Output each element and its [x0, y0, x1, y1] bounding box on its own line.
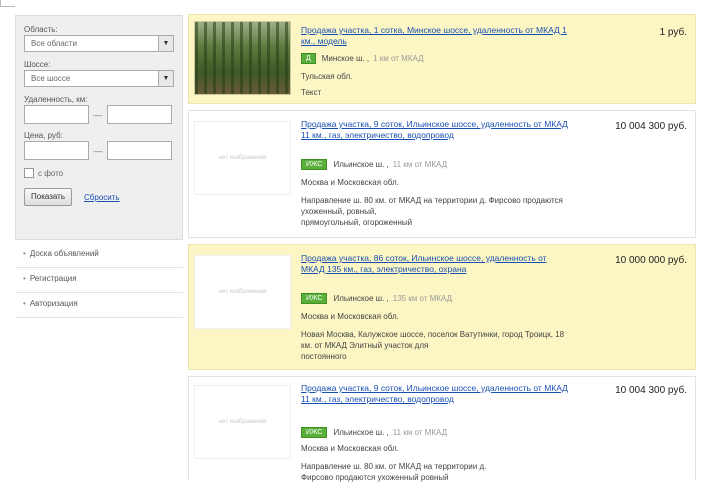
distance-to-input[interactable]	[107, 105, 172, 124]
listing-distance: 135 км от МКАД	[392, 294, 453, 303]
chevron-down-icon[interactable]: ▼	[158, 71, 173, 86]
region-select-value: Все области	[31, 39, 77, 48]
price-from-input[interactable]	[24, 141, 89, 160]
listing-distance: 11 км от МКАД	[392, 160, 448, 169]
listing-meta: ИЖС Ильинское ш. , 135 км от МКАД	[301, 293, 452, 304]
listing-highway: Ильинское ш. ,	[333, 428, 389, 437]
nav-item-register[interactable]: • Регистрация	[15, 268, 183, 293]
listing-description: Текст	[301, 88, 322, 97]
side-nav: • Доска объявлений • Регистрация • Авториза…	[15, 243, 183, 318]
listing-price: 1 руб.	[659, 27, 687, 38]
listing-highway: Ильинское ш. ,	[333, 294, 389, 303]
range-separator: —	[93, 145, 103, 156]
listing-title-link[interactable]: Продажа участка, 9 соток, Ильинское шосс…	[301, 119, 569, 141]
photo-checkbox[interactable]	[24, 168, 34, 178]
listing-meta: ИЖС Ильинское ш. , 11 км от МКАД	[301, 159, 447, 170]
land-type-badge: ИЖС	[301, 159, 328, 170]
listing-description: Направление ш. 80 км. от МКАД на террито…	[301, 196, 563, 216]
nav-item-label: Доска объявлений	[29, 249, 99, 258]
price-label: Цена, руб:	[24, 131, 63, 140]
listing-highway: Ильинское ш. ,	[333, 160, 389, 169]
listing-region: Москва и Московская обл.	[301, 312, 399, 321]
land-type-badge: Д	[301, 53, 316, 64]
listing-no-image[interactable]: нет изображения	[194, 385, 291, 459]
distance-range: —	[24, 105, 174, 124]
listing-photo[interactable]	[194, 21, 291, 95]
price-range: —	[24, 141, 174, 160]
listing-highway: Минское ш. ,	[321, 54, 370, 63]
listing-region: Москва и Московская обл.	[301, 178, 399, 187]
range-separator: —	[93, 109, 103, 120]
no-image-text: нет изображения	[218, 155, 267, 161]
bullet-icon: •	[23, 249, 26, 258]
listing-description-cont: Фирсово продаются ухоженный ровный	[301, 473, 449, 482]
listing-distance: 1 км от МКАД	[373, 54, 424, 63]
listing-meta: ИЖС Ильинское ш. , 11 км от МКАД	[301, 427, 447, 438]
no-image-text: нет изображения	[218, 289, 267, 295]
listing-card: нет изображения Продажа участка, 9 соток…	[188, 110, 696, 238]
land-type-badge: ИЖС	[301, 427, 328, 438]
price-to-input[interactable]	[107, 141, 172, 160]
listing-description-cont: прямоугольный, огороженный	[301, 218, 413, 227]
listing-distance: 11 км от МКАД	[392, 428, 448, 437]
no-image-text: нет изображения	[218, 419, 267, 425]
listing-title-link[interactable]: Продажа участка, 86 соток, Ильинское шос…	[301, 253, 569, 275]
bullet-icon: •	[23, 299, 26, 308]
listing-description: Направление ш. 80 км. от МКАД на террито…	[301, 462, 487, 471]
listing-no-image[interactable]: нет изображения	[194, 121, 291, 195]
nav-item-label: Авторизация	[29, 299, 78, 308]
highway-select[interactable]: Все шоссе ▼	[24, 70, 174, 87]
region-select[interactable]: Все области ▼	[24, 35, 174, 52]
apply-button[interactable]: Показать	[24, 188, 73, 206]
filter-actions: Показать Сбросить	[24, 188, 174, 206]
listing-description: Новая Москва, Калужское шоссе, поселок В…	[301, 330, 565, 350]
region-label: Область:	[24, 25, 58, 34]
distance-from-input[interactable]	[24, 105, 89, 124]
listing-card: Продажа участка, 1 сотка, Минское шоссе,…	[188, 14, 696, 104]
corner-tab	[0, 0, 15, 7]
listing-price: 10 000 000 руб.	[615, 255, 687, 266]
listing-card: нет изображения Продажа участка, 86 сото…	[188, 244, 696, 370]
reset-link[interactable]: Сбросить	[84, 193, 120, 202]
listing-price: 10 004 300 руб.	[615, 121, 687, 132]
listing-no-image[interactable]: нет изображения	[194, 255, 291, 329]
highway-label: Шоссе:	[24, 60, 51, 69]
photo-filter[interactable]: с фото	[24, 168, 174, 178]
listing-title-link[interactable]: Продажа участка, 9 соток, Ильинское шосс…	[301, 383, 569, 405]
listing-card: нет изображения Продажа участка, 9 соток…	[188, 376, 696, 482]
highway-select-value: Все шоссе	[31, 74, 71, 83]
listing-region: Тульская обл.	[301, 72, 353, 81]
nav-item-label: Регистрация	[29, 274, 77, 283]
listing-title-link[interactable]: Продажа участка, 1 сотка, Минское шоссе,…	[301, 25, 569, 47]
listing-price: 10 004 300 руб.	[615, 385, 687, 396]
nav-item-login[interactable]: • Авторизация	[15, 293, 183, 318]
bullet-icon: •	[23, 274, 26, 283]
distance-label: Удаленность, км:	[24, 95, 88, 104]
filter-panel: Область: Все области ▼ Шоссе: Все шоссе …	[15, 15, 183, 240]
land-type-badge: ИЖС	[301, 293, 328, 304]
listing-region: Москва и Московская обл.	[301, 444, 399, 453]
photo-checkbox-label: с фото	[38, 168, 64, 178]
listing-description-cont: постоянного	[301, 352, 347, 361]
listing-meta: Д Минское ш. , 1 км от МКАД	[301, 53, 424, 64]
chevron-down-icon[interactable]: ▼	[158, 36, 173, 51]
nav-item-board[interactable]: • Доска объявлений	[15, 243, 183, 268]
